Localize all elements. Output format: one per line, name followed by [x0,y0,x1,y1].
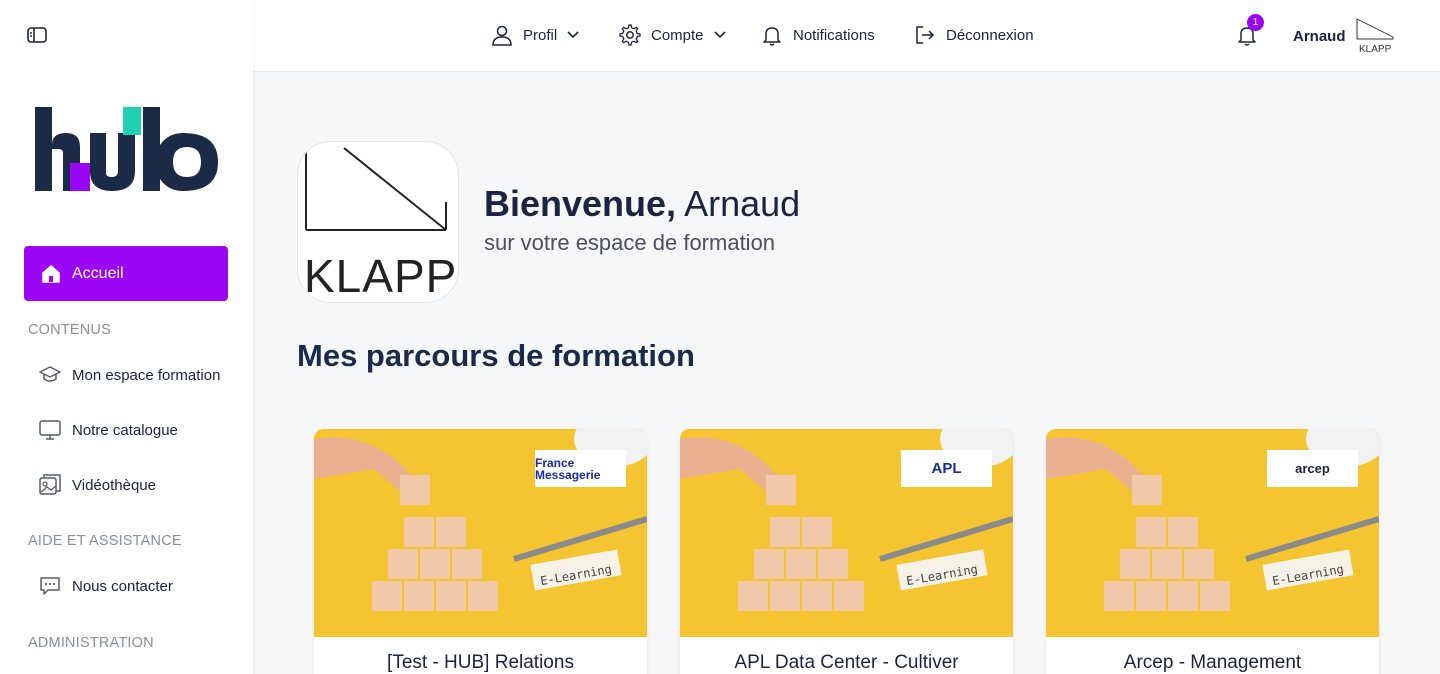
org-logo-small[interactable]: KLAPP [1354,16,1396,55]
course-card[interactable]: E-Learning France Messagerie [Test - HUB… [314,429,647,674]
nav-item-label: Nous contacter [72,577,173,595]
partner-logo: arcep [1267,450,1358,487]
notification-badge: 1 [1247,14,1264,31]
compte-menu[interactable]: Compte [619,22,726,48]
compte-label: Compte [651,26,704,44]
welcome-bold: Bienvenue, [484,183,677,224]
section-label-contenus: CONTENUS [28,322,111,338]
course-title: [Test - HUB] Relations [387,652,574,673]
svg-text:KLAPP: KLAPP [1359,44,1392,54]
gear-icon [619,24,641,46]
chevron-down-icon [713,31,726,39]
section-title: Mes parcours de formation [297,338,695,373]
section-label-aide: AIDE ET ASSISTANCE [28,533,182,549]
monitor-icon [38,418,62,442]
nav-item-label: Mon espace formation [72,366,221,384]
profil-label: Profil [523,26,558,44]
chevron-down-icon [567,31,579,39]
nav-item-label: Vidéothèque [72,476,156,494]
bell-icon [763,27,781,46]
welcome-name: Arnaud [676,183,801,224]
user-icon [492,25,512,46]
section-label-administration: ADMINISTRATION [28,635,154,651]
svg-text:KLAPP: KLAPP [304,250,457,302]
nav-item-label: Accueil [72,264,124,282]
notifications-link[interactable]: Notifications [761,22,875,48]
nav-item-nous-contacter[interactable]: Nous contacter [38,571,173,601]
course-card[interactable]: E-Learning APL APL Data Center - Cultive… [680,429,1013,674]
course-image: E-Learning APL [680,429,1013,637]
nav-item-label: Notre catalogue [72,421,178,439]
hub-logo[interactable] [33,105,223,195]
welcome-subtitle: sur votre espace de formation [484,230,776,255]
top-bar: Profil Compte Notifications Déconnexion … [253,0,1440,72]
course-image: E-Learning arcep [1046,429,1379,637]
sidebar: Accueil CONTENUS Mon espace formation No… [0,0,253,674]
course-image: E-Learning France Messagerie [314,429,647,637]
nav-item-notre-catalogue[interactable]: Notre catalogue [38,415,178,445]
profil-menu[interactable]: Profil [491,22,579,48]
nav-item-accueil[interactable]: Accueil [24,246,228,301]
course-card[interactable]: E-Learning arcep Arcep - Management [1046,429,1379,674]
course-title: Arcep - Management [1123,652,1302,673]
logout-icon [916,26,935,44]
nav-item-mon-espace-formation[interactable]: Mon espace formation [38,360,220,390]
nav-item-videotheque[interactable]: Vidéothèque [38,470,156,500]
home-icon [42,264,60,283]
welcome-heading: Bienvenue, Arnaud [484,183,800,225]
deconnexion-label: Déconnexion [946,26,1034,44]
deconnexion-link[interactable]: Déconnexion [914,22,1034,48]
course-title: APL Data Center - Cultiver [734,652,959,673]
graduation-cap-icon [38,363,62,387]
video-library-icon [38,473,62,497]
partner-logo: France Messagerie [535,450,626,487]
notifications-label: Notifications [793,26,875,44]
notification-bell[interactable]: 1 [1236,14,1264,48]
sidebar-toggle-icon[interactable] [26,25,48,45]
partner-logo: APL [901,450,992,487]
org-avatar: KLAPP [297,141,459,303]
chat-bubble-icon [38,574,62,598]
user-name[interactable]: Arnaud [1293,28,1346,45]
